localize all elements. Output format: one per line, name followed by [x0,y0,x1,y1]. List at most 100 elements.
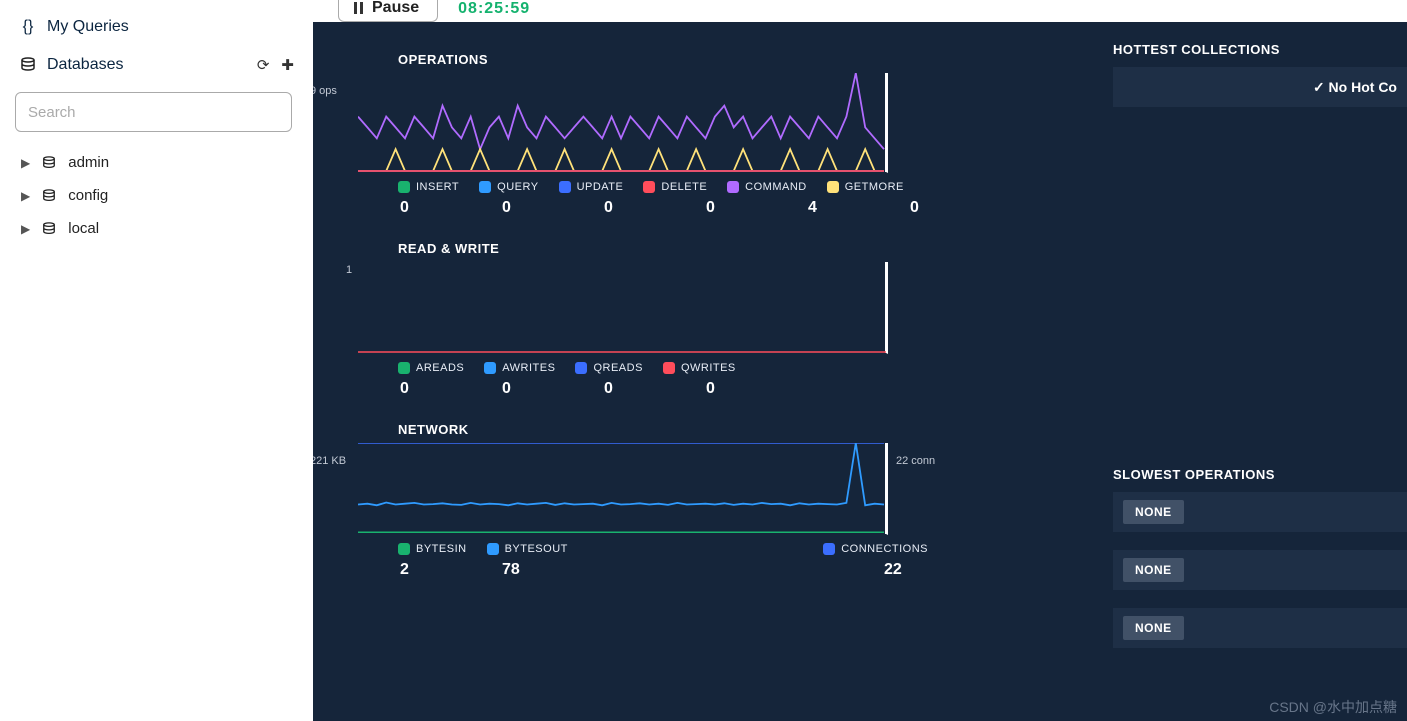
value-insert: 0 [400,199,430,217]
legend-item-areads: AREADS [398,362,464,374]
readwrite-y-label: 1 [346,264,352,276]
caret-right-icon: ▶ [21,156,30,170]
legend-item-getmore: GETMORE [827,181,904,193]
operations-title: OPERATIONS [398,52,1073,67]
legend-item-qreads: QREADS [575,362,642,374]
right-column: HOTTEST COLLECTIONS ✓ No Hot Co SLOWEST … [1073,22,1407,648]
operations-chart: 9 ops [358,73,1073,173]
legend-label: QWRITES [681,362,736,374]
my-queries-label: My Queries [47,18,129,36]
legend-item-delete: DELETE [643,181,707,193]
main-panel: Pause 08:25:59 OPERATIONS 9 ops INSERT QU… [313,0,1407,721]
operations-y-label: 9 ops [313,85,337,97]
databases-row[interactable]: Databases ⟳ ✚ [15,48,298,82]
slowest-row: NONE [1113,492,1407,532]
network-y-right: 22 conn [896,455,935,467]
swatch-getmore [827,181,839,193]
database-icon [19,57,37,73]
legend-label: BYTESIN [416,543,467,555]
caret-right-icon: ▶ [21,222,30,236]
database-icon [40,222,58,236]
my-queries-row[interactable]: {} My Queries [15,10,298,44]
timer-display: 08:25:59 [458,0,530,24]
slowest-title: SLOWEST OPERATIONS [1113,467,1407,482]
legend-label: COMMAND [745,181,807,193]
no-hot-label: ✓ No Hot Co [1313,79,1397,96]
swatch-insert [398,181,410,193]
swatch-qwrites [663,362,675,374]
legend-item-awrites: AWRITES [484,362,555,374]
refresh-icon[interactable]: ⟳ [257,56,270,74]
swatch-delete [643,181,655,193]
database-item-local[interactable]: ▶ local [15,212,298,245]
swatch-bytesin [398,543,410,555]
network-values: 2 78 22 [398,561,928,579]
database-item-label: admin [68,154,109,171]
legend-label: CONNECTIONS [841,543,928,555]
legend-item-insert: INSERT [398,181,459,193]
database-item-label: local [68,220,99,237]
sidebar: {} My Queries Databases ⟳ ✚ ▶ admin▶ con… [0,0,313,721]
none-pill: NONE [1123,500,1184,524]
legend-item-update: UPDATE [559,181,624,193]
swatch-bytesout [487,543,499,555]
none-pill: NONE [1123,616,1184,640]
readwrite-chart: 1 [358,262,1073,354]
readwrite-values: 0 0 0 0 [398,380,1073,398]
swatch-connections [823,543,835,555]
legend-item-bytesin: BYTESIN [398,543,467,555]
value-getmore: 0 [910,199,940,217]
hottest-title: HOTTEST COLLECTIONS [1113,42,1407,57]
pause-button[interactable]: Pause [338,0,438,22]
network-title: NETWORK [398,422,1073,437]
value-connections: 22 [884,561,928,579]
search-input[interactable] [15,92,292,132]
database-item-label: config [68,187,108,204]
database-icon [40,156,58,170]
value-qreads: 0 [604,380,634,398]
caret-right-icon: ▶ [21,189,30,203]
legend-item-qwrites: QWRITES [663,362,736,374]
value-areads: 0 [400,380,430,398]
value-delete: 0 [706,199,736,217]
legend-label: UPDATE [577,181,624,193]
value-awrites: 0 [502,380,532,398]
swatch-qreads [575,362,587,374]
legend-label: DELETE [661,181,707,193]
value-bytesin: 2 [400,561,444,579]
legend-label: QREADS [593,362,642,374]
legend-label: AWRITES [502,362,555,374]
readwrite-title: READ & WRITE [398,241,1073,256]
swatch-areads [398,362,410,374]
top-toolbar: Pause 08:25:59 [313,0,1407,22]
value-bytesout: 78 [502,561,546,579]
databases-label: Databases [47,56,124,74]
pause-label: Pause [372,0,419,17]
operations-values: 000040 [398,199,1073,217]
swatch-update [559,181,571,193]
database-item-config[interactable]: ▶ config [15,179,298,212]
network-y-left: 221 KB [313,455,346,467]
value-qwrites: 0 [706,380,736,398]
value-update: 0 [604,199,634,217]
legend-item-query: QUERY [479,181,538,193]
watermark: CSDN @水中加点糖 [1269,697,1397,717]
legend-item-command: COMMAND [727,181,807,193]
value-command: 4 [808,199,838,217]
network-legend: BYTESIN BYTESOUT CONNECTIONS [398,543,928,555]
slowest-row: NONE [1113,608,1407,648]
legend-item-bytesout: BYTESOUT [487,543,568,555]
braces-icon: {} [19,18,37,36]
legend-label: QUERY [497,181,538,193]
legend-label: BYTESOUT [505,543,568,555]
swatch-awrites [484,362,496,374]
swatch-command [727,181,739,193]
database-item-admin[interactable]: ▶ admin [15,146,298,179]
hottest-collections-box: ✓ No Hot Co [1113,67,1407,107]
swatch-query [479,181,491,193]
legend-label: GETMORE [845,181,904,193]
add-database-icon[interactable]: ✚ [281,56,294,74]
charts-column: OPERATIONS 9 ops INSERT QUERY UPDATE DELETE… [313,22,1073,648]
network-chart: 221 KB 22 conn [358,443,1073,535]
database-icon [40,189,58,203]
